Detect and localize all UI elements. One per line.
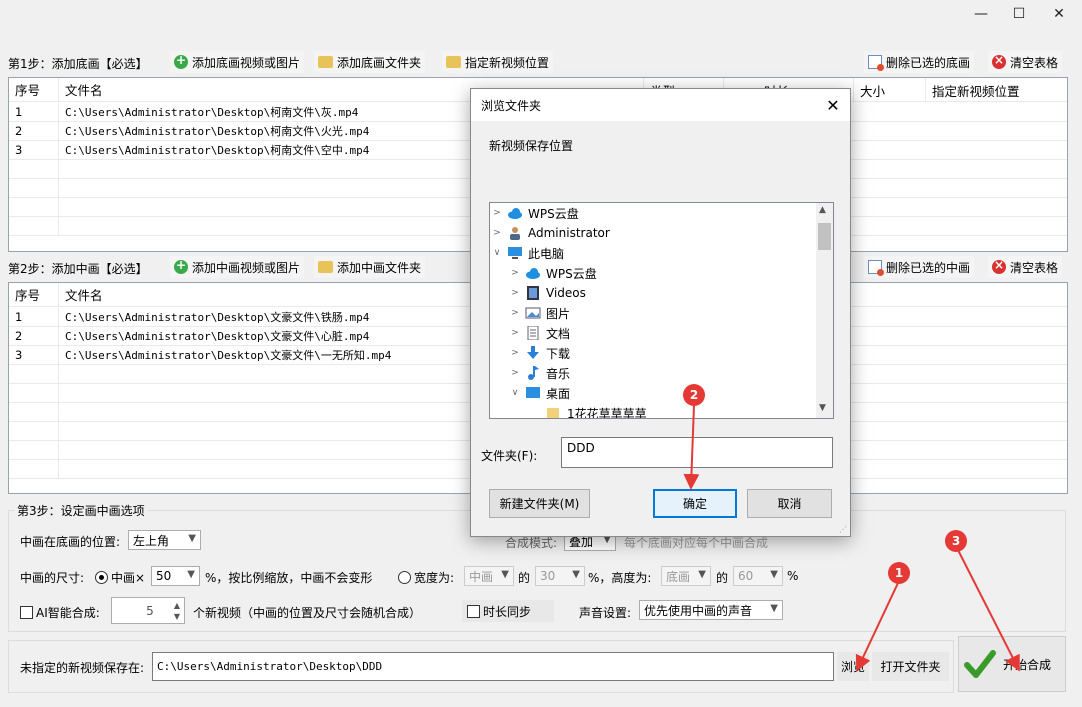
annotation-arrow-3: [957, 549, 1020, 672]
annotation-arrow-1: [855, 582, 899, 672]
annotation-badge-3: 3: [945, 530, 967, 552]
annotation-badge-2: 2: [683, 384, 705, 406]
annotation-arrows: [683, 404, 1020, 672]
annotation-arrow-2: [683, 404, 700, 490]
annotation-badge-1: 1: [888, 562, 910, 584]
